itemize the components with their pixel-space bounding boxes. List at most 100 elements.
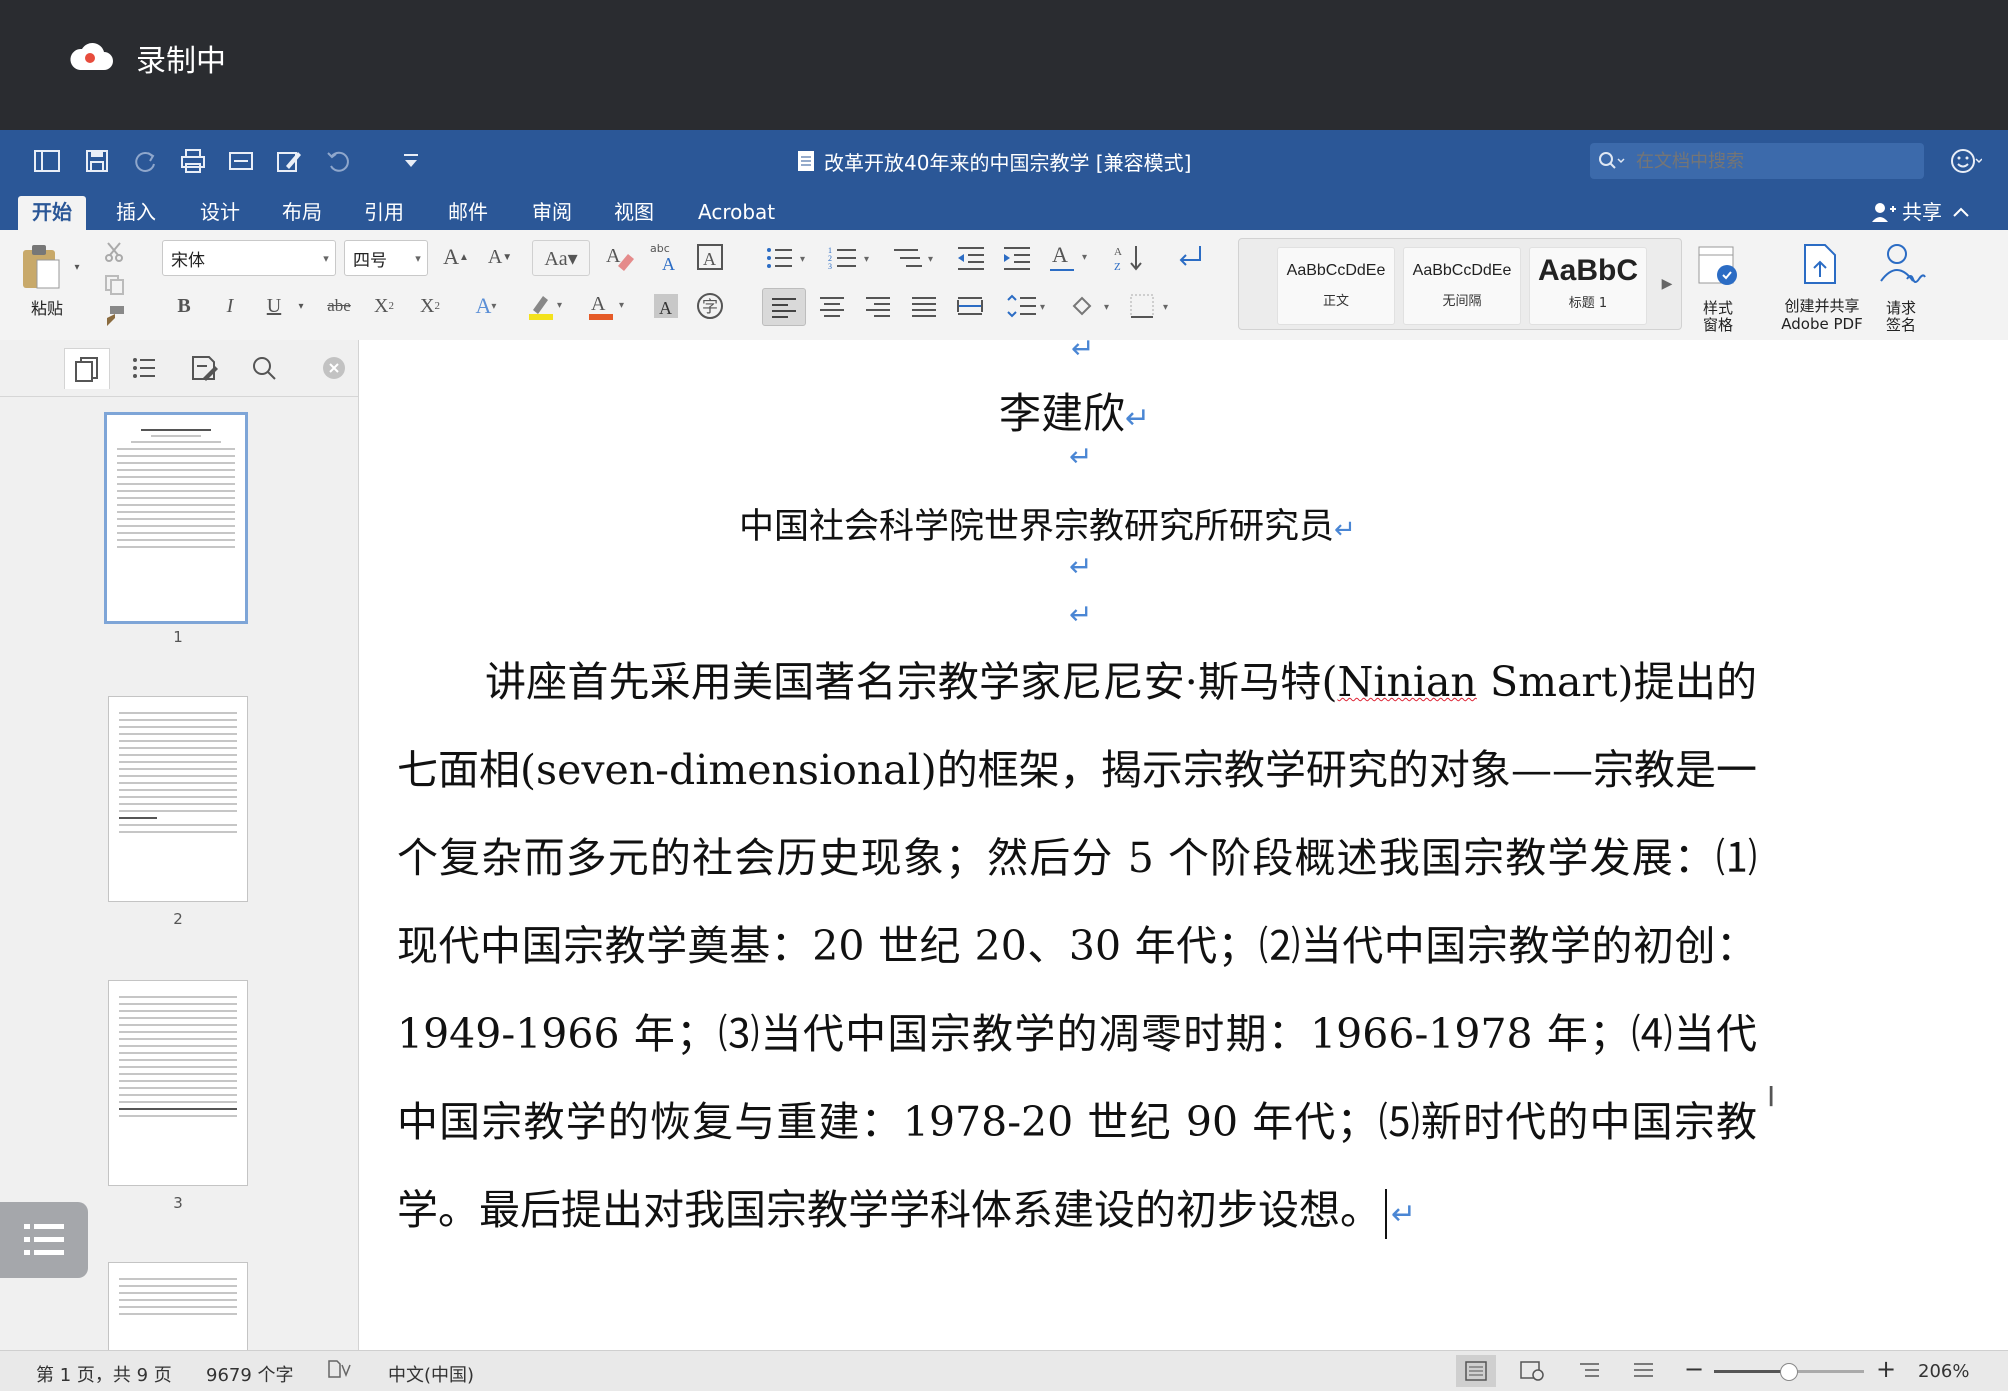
svg-text:▾: ▾	[557, 300, 562, 311]
page-thumbnail-2[interactable]	[108, 696, 248, 902]
strikethrough-button[interactable]: abe	[318, 288, 360, 324]
proofing-icon[interactable]	[326, 1357, 354, 1386]
text-effects-icon[interactable]: A ▾	[466, 288, 506, 324]
language[interactable]: 中文(中国)	[388, 1361, 474, 1387]
superscript-button[interactable]: X2	[412, 288, 448, 324]
bullets-icon[interactable]: ▾	[762, 242, 814, 274]
font-name-combo[interactable]: 宋体 ▾	[162, 240, 336, 276]
share-button[interactable]: 共享	[1870, 196, 1974, 228]
sidebar-toggle-icon[interactable]	[30, 144, 64, 178]
page-thumbnail-1[interactable]	[104, 412, 248, 624]
styles-next-arrow[interactable]: ▶	[1657, 269, 1677, 299]
font-name-arrow[interactable]: ▾	[317, 252, 335, 265]
zoom-in-button[interactable]: +	[1876, 1355, 1896, 1383]
character-border-icon[interactable]: A	[692, 240, 728, 274]
line-spacing-icon[interactable]: ▾	[1002, 288, 1052, 324]
justify-icon[interactable]	[904, 288, 944, 324]
page-count[interactable]: 第 1 页，共 9 页	[36, 1361, 172, 1387]
web-layout-view-icon[interactable]	[1512, 1355, 1552, 1387]
font-color-icon[interactable]: A ▾	[584, 288, 634, 324]
shrink-font-icon[interactable]: A ▼	[480, 240, 520, 274]
request-signature-icon[interactable]	[1876, 240, 1928, 288]
sort-icon[interactable]: AZ	[1110, 240, 1150, 276]
undo-icon[interactable]	[322, 144, 356, 178]
floating-menu-button[interactable]	[0, 1202, 88, 1278]
font-size-combo[interactable]: 四号 ▾	[344, 240, 428, 276]
style-no-spacing[interactable]: AaBbCcDdEe 无间隔	[1403, 247, 1521, 325]
spelling-error-word[interactable]: Ninian	[1337, 658, 1476, 706]
edit-icon[interactable]	[272, 144, 306, 178]
align-left-icon[interactable]	[762, 288, 806, 326]
thumbnails-tab-icon[interactable]	[64, 348, 110, 389]
customize-toolbar-icon[interactable]	[394, 144, 428, 178]
copy-icon[interactable]	[100, 270, 128, 298]
tab-acrobat[interactable]: Acrobat	[684, 196, 789, 228]
paste-dropdown-arrow[interactable]: ▾	[70, 260, 84, 274]
zoom-slider[interactable]	[1714, 1363, 1864, 1381]
svg-text:Z: Z	[1114, 261, 1121, 273]
tab-design[interactable]: 设计	[186, 196, 254, 228]
underline-dropdown[interactable]: ▾	[294, 288, 308, 324]
tab-references[interactable]: 引用	[350, 196, 418, 228]
shading-icon[interactable]: ▾	[1066, 288, 1116, 324]
asian-layout-icon[interactable]: A ▾	[1046, 240, 1096, 276]
increase-indent-icon[interactable]	[998, 242, 1036, 274]
layout-icon[interactable]	[224, 144, 258, 178]
character-shading-icon[interactable]: A	[648, 288, 684, 324]
tab-view[interactable]: 视图	[600, 196, 668, 228]
draft-view-icon[interactable]	[1624, 1355, 1664, 1387]
tab-insert[interactable]: 插入	[102, 196, 170, 228]
underline-button[interactable]: U	[256, 288, 292, 324]
save-icon[interactable]	[80, 144, 114, 178]
show-formatting-marks-icon[interactable]	[1170, 240, 1210, 276]
zoom-level[interactable]: 206%	[1918, 1361, 1969, 1382]
zoom-slider-thumb[interactable]	[1779, 1363, 1798, 1381]
zoom-out-button[interactable]: −	[1684, 1355, 1704, 1383]
change-case-icon[interactable]: Aa▾	[532, 240, 590, 276]
font-size-arrow[interactable]: ▾	[409, 252, 427, 265]
page-thumbnail-3[interactable]	[108, 980, 248, 1186]
print-icon[interactable]	[176, 144, 210, 178]
feedback-smiley-icon[interactable]	[1948, 144, 1983, 178]
search-tab-icon[interactable]	[242, 348, 286, 388]
tab-home[interactable]: 开始	[18, 196, 86, 230]
highlight-color-icon[interactable]: ▾	[522, 288, 572, 324]
redo-icon[interactable]	[128, 144, 162, 178]
subscript-button[interactable]: X2	[366, 288, 402, 324]
search-input[interactable]	[1634, 149, 1908, 173]
outline-tab-icon[interactable]	[122, 348, 166, 388]
cut-icon[interactable]	[100, 238, 128, 266]
borders-icon[interactable]: ▾	[1124, 288, 1180, 324]
phonetic-guide-icon[interactable]: abc A	[646, 238, 684, 276]
word-count[interactable]: 9679 个字	[206, 1361, 294, 1387]
search-box[interactable]	[1590, 143, 1924, 179]
multilevel-list-icon[interactable]: ▾	[890, 242, 942, 274]
style-normal[interactable]: AaBbCcDdEe 正文	[1277, 247, 1395, 325]
tab-layout[interactable]: 布局	[268, 196, 336, 228]
document-canvas[interactable]: ↵ 李建欣↵ ↵ 中国社会科学院世界宗教研究所研究员↵ ↵ ↵ 讲座首先采用美国…	[359, 340, 2008, 1350]
comments-tab-icon[interactable]	[182, 348, 226, 388]
align-right-icon[interactable]	[858, 288, 898, 324]
clear-formatting-icon[interactable]: A	[600, 238, 638, 276]
page-thumbnail-4[interactable]	[108, 1262, 248, 1351]
outline-view-icon[interactable]	[1570, 1355, 1610, 1387]
align-center-icon[interactable]	[812, 288, 852, 324]
numbering-icon[interactable]: 1 2 3 ▾	[826, 242, 878, 274]
print-layout-view-icon[interactable]	[1456, 1355, 1496, 1387]
paste-button[interactable]	[16, 240, 66, 294]
close-pane-icon[interactable]	[312, 348, 356, 388]
grow-font-icon[interactable]: A ▲	[436, 240, 476, 274]
decrease-indent-icon[interactable]	[952, 242, 990, 274]
distributed-icon[interactable]	[950, 288, 990, 324]
format-painter-icon[interactable]	[100, 302, 128, 330]
italic-button[interactable]: I	[212, 288, 248, 324]
create-share-pdf-icon[interactable]	[1796, 240, 1844, 288]
enclose-characters-icon[interactable]: 字	[692, 288, 728, 324]
styles-pane-icon[interactable]	[1694, 242, 1742, 290]
tab-review[interactable]: 审阅	[518, 196, 586, 228]
bold-button[interactable]: B	[166, 288, 202, 324]
body-paragraph[interactable]: 讲座首先采用美国著名宗教学家尼尼安·斯马特(Ninian Smart)提出的七面…	[397, 638, 1757, 1259]
collapse-ribbon-icon[interactable]	[1948, 202, 1974, 222]
tab-mailings[interactable]: 邮件	[434, 196, 502, 228]
style-heading-1[interactable]: AaBbC 标题 1	[1529, 247, 1647, 325]
